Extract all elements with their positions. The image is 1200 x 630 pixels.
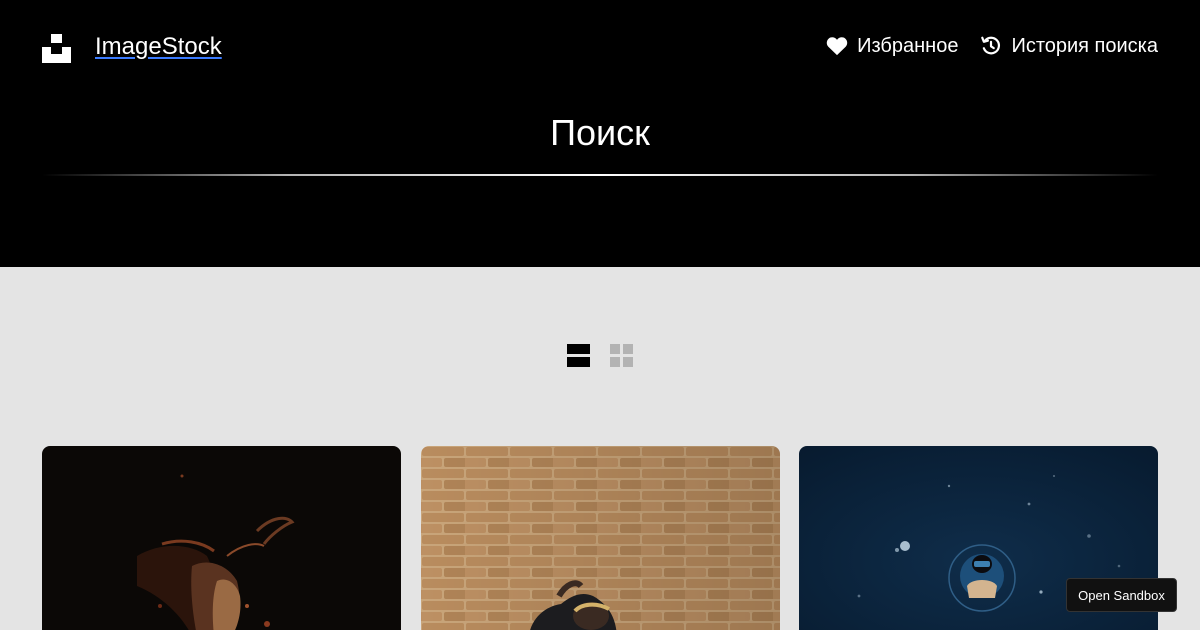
history-icon: [981, 36, 1001, 55]
title-divider: [42, 174, 1158, 176]
nav-history-label: История поиска: [1011, 35, 1158, 57]
top-nav: Избранное История поиска: [804, 33, 1158, 59]
nav-history[interactable]: История поиска: [980, 33, 1158, 59]
heart-icon: [826, 37, 848, 56]
header: ImageStock Избранное История поиска Поис…: [0, 0, 1200, 267]
results-grid: [42, 446, 1158, 630]
brand-link[interactable]: ImageStock: [95, 33, 222, 61]
nav-favorites[interactable]: Избранное: [826, 33, 958, 59]
result-card[interactable]: [420, 446, 780, 630]
open-sandbox-button[interactable]: Open Sandbox: [1066, 578, 1177, 612]
dark-portrait-image: [42, 446, 401, 630]
grid-view-icon[interactable]: [610, 344, 633, 367]
brick-wall-image: [420, 446, 780, 630]
logo-icon[interactable]: [42, 34, 71, 63]
result-card[interactable]: [42, 446, 401, 630]
list-view-icon[interactable]: [567, 344, 590, 367]
page-title: Поиск: [550, 112, 650, 153]
nav-favorites-label: Избранное: [857, 35, 959, 57]
view-toggle: [567, 344, 633, 367]
